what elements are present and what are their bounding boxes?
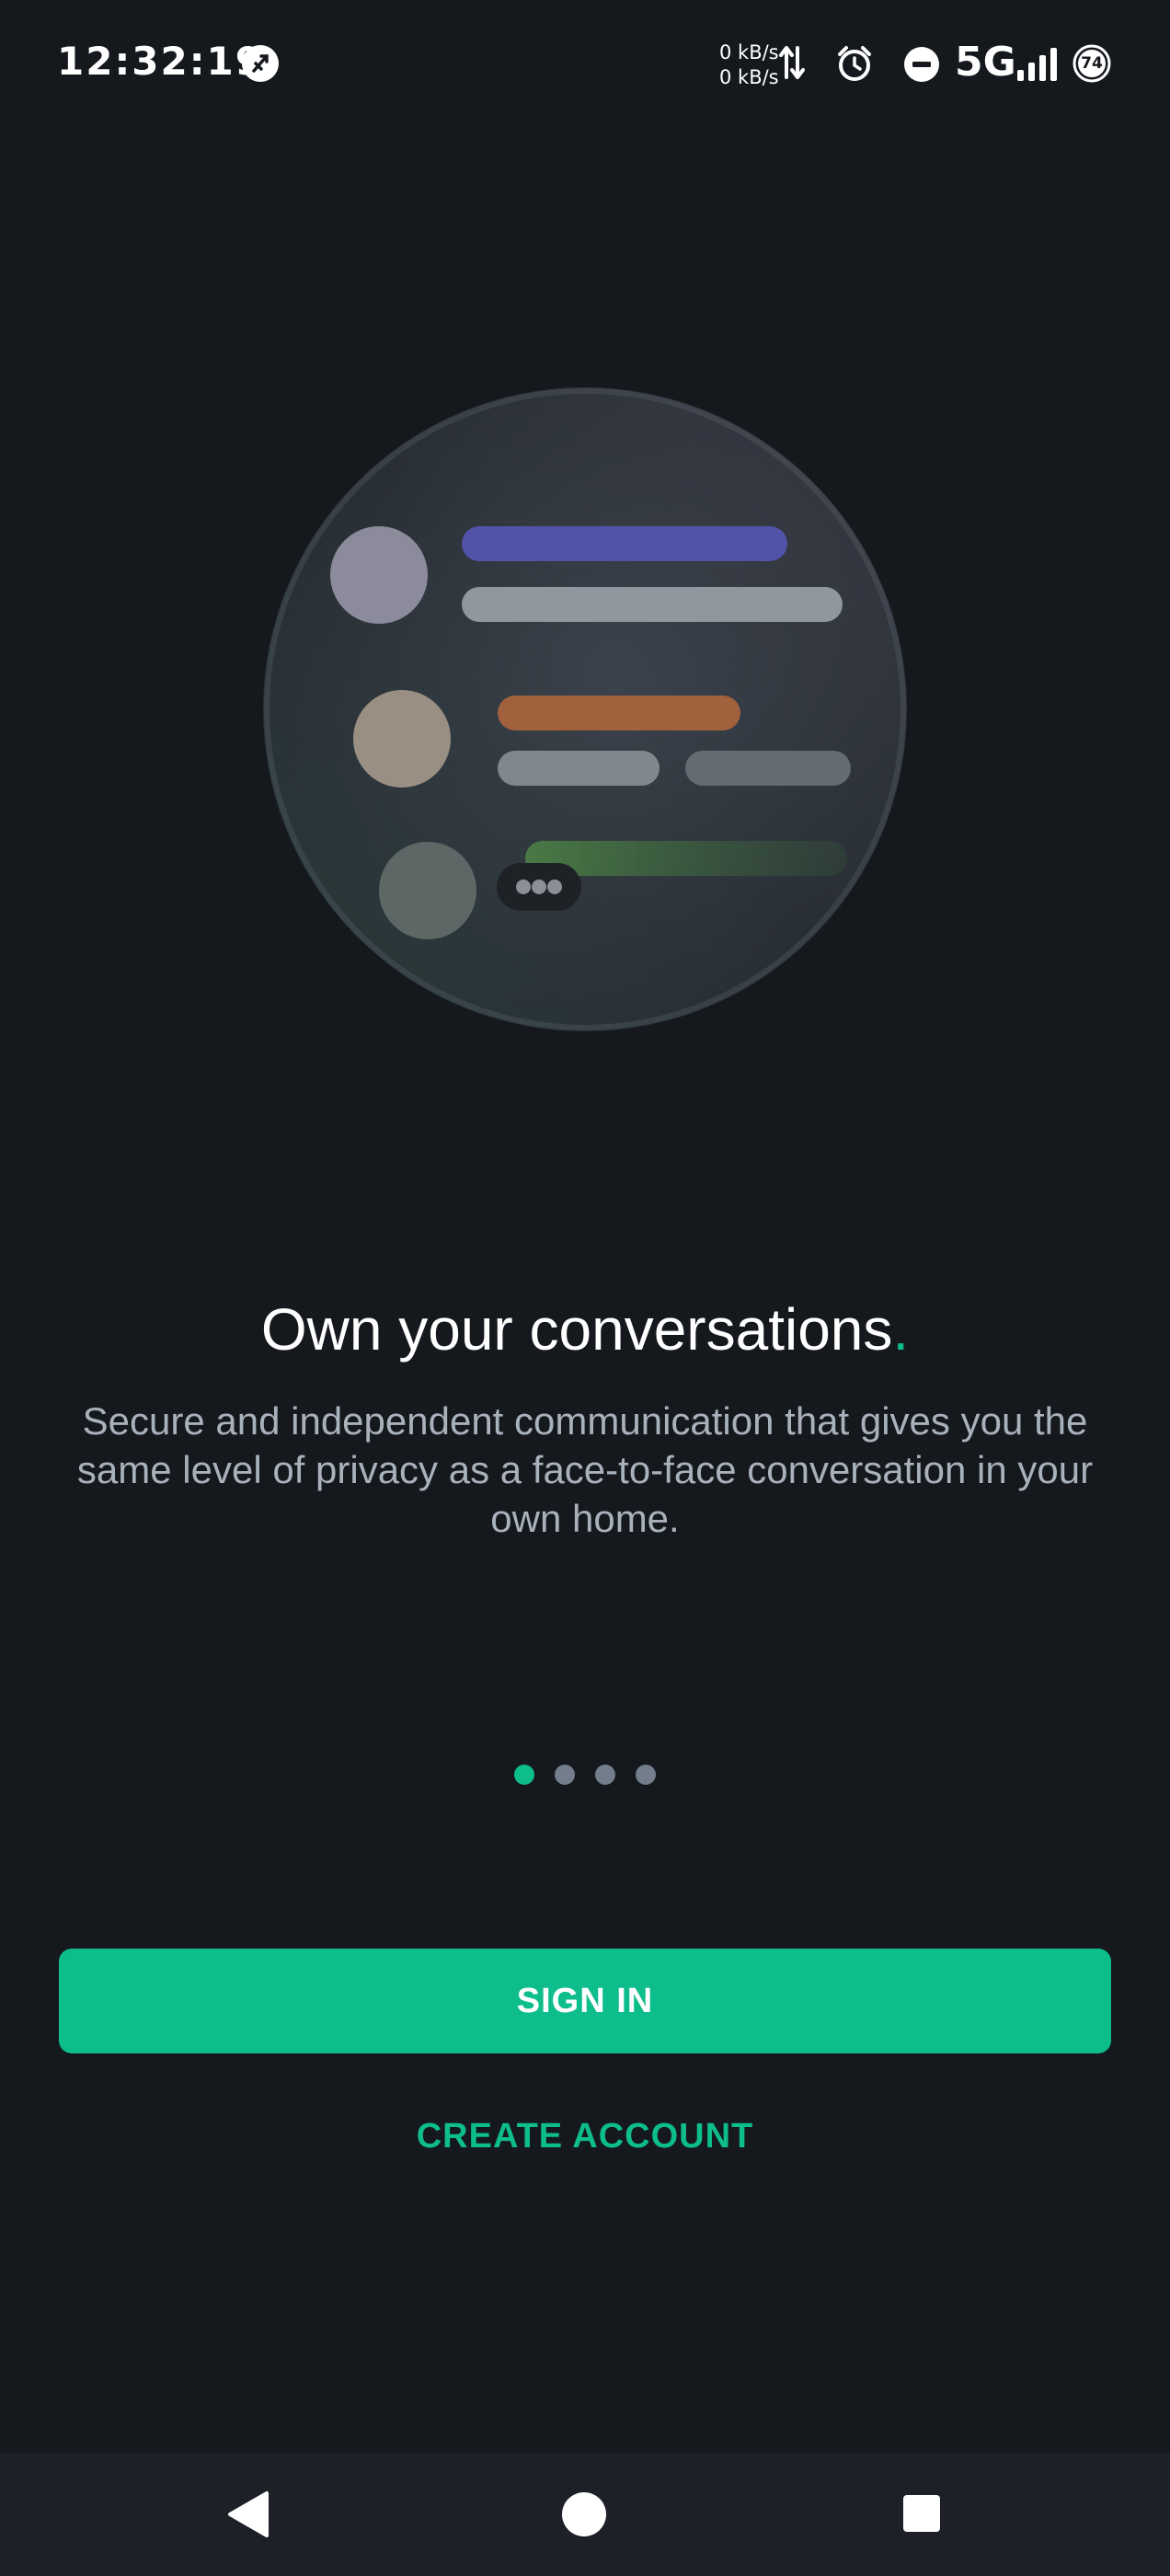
download-speed: 0 kB/s (719, 66, 779, 88)
page-dot-3[interactable] (595, 1765, 615, 1785)
network-speed: 0 kB/s 0 kB/s (719, 40, 779, 90)
do-not-disturb-icon (904, 47, 939, 82)
headline-accent-dot: . (892, 1296, 910, 1363)
battery-level: 74 (1081, 54, 1103, 73)
page-dot-2[interactable] (555, 1765, 575, 1785)
sign-in-button[interactable]: SIGN IN (59, 1949, 1111, 2053)
home-icon[interactable] (561, 2491, 607, 2537)
onboarding-subtitle: Secure and independent communication tha… (76, 1399, 1094, 1540)
app-notification-icon (242, 45, 279, 82)
alarm-icon (838, 46, 871, 81)
create-account-button[interactable]: CREATE ACCOUNT (309, 2107, 861, 2166)
onboarding-headline: Own your conversations. (0, 1295, 1170, 1363)
page-dot-4[interactable] (636, 1765, 656, 1785)
navigation-bar (0, 2453, 1170, 2576)
headline-text: Own your conversations (260, 1296, 893, 1363)
recents-icon[interactable] (901, 2493, 942, 2534)
conversation-illustration (263, 387, 907, 1031)
back-icon[interactable] (224, 2490, 270, 2539)
status-bar: 12:32:19 0 kB/s 0 kB/s 5G 74 (0, 0, 1170, 129)
network-type: 5G (955, 39, 1016, 86)
upload-speed: 0 kB/s (719, 41, 779, 63)
page-dot-1[interactable] (514, 1765, 534, 1785)
data-arrows-icon (779, 46, 805, 79)
page-indicator[interactable] (0, 1765, 1170, 1785)
signal-icon (1017, 48, 1057, 81)
status-time: 12:32:19 (57, 39, 264, 84)
